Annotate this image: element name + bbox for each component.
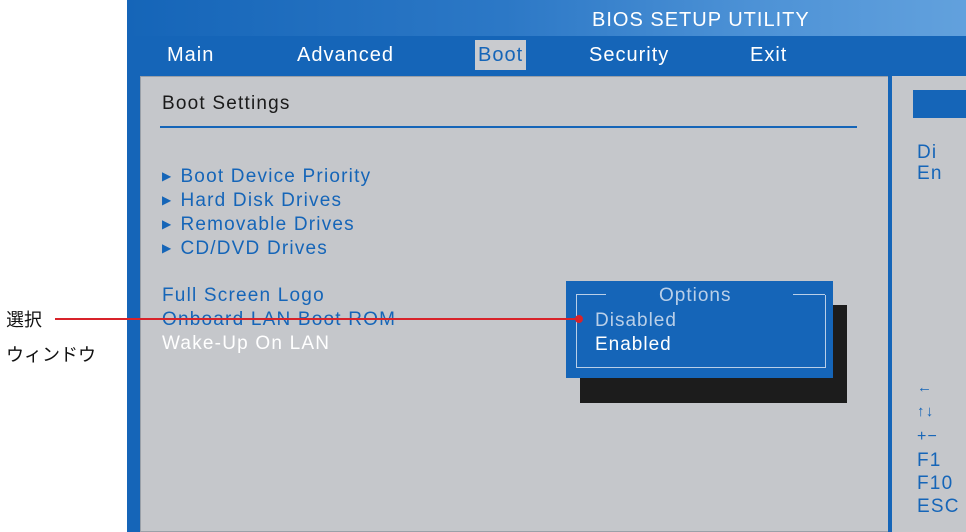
submenu-hard-disk-drives[interactable]: ▶ Hard Disk Drives	[162, 190, 342, 212]
bios-title: BIOS SETUP UTILITY	[592, 9, 810, 31]
key-f10: F10	[917, 473, 954, 494]
menu-advanced[interactable]: Advanced	[297, 40, 394, 70]
submenu-removable-drives[interactable]: ▶ Removable Drives	[162, 214, 355, 236]
callout-dot	[575, 315, 583, 323]
option-enabled[interactable]: Enabled	[595, 334, 672, 356]
menu-boot[interactable]: Boot	[475, 40, 527, 70]
menu-security[interactable]: Security	[589, 40, 669, 70]
key-esc: ESC	[917, 496, 960, 517]
menu-main[interactable]: Main	[167, 40, 214, 70]
submenu-arrow-icon: ▶	[162, 169, 173, 183]
key-up-down-icon: ↑↓	[917, 403, 935, 420]
submenu-cd-dvd-drives[interactable]: ▶ CD/DVD Drives	[162, 238, 328, 260]
help-line-1: Di	[917, 142, 938, 163]
panel-heading: Boot Settings	[162, 93, 291, 114]
popup-title: Options	[659, 285, 732, 306]
menu-bar: Main Advanced Boot Security Exit	[127, 40, 966, 70]
submenu-arrow-icon: ▶	[162, 217, 173, 231]
callout-line	[55, 318, 578, 320]
help-line-2: En	[917, 163, 943, 184]
menu-exit[interactable]: Exit	[750, 40, 787, 70]
callout-label-1: 選択	[6, 310, 42, 331]
submenu-arrow-icon: ▶	[162, 241, 173, 255]
title-bar: BIOS SETUP UTILITY	[127, 0, 966, 36]
key-plus-minus: +−	[917, 428, 939, 445]
help-header-bar	[913, 90, 966, 118]
setting-onboard-lan-boot-rom[interactable]: Onboard LAN Boot ROM	[162, 309, 396, 331]
submenu-boot-device-priority[interactable]: ▶ Boot Device Priority	[162, 166, 371, 188]
heading-divider	[160, 126, 857, 128]
options-popup: Options Disabled Enabled	[566, 281, 833, 378]
callout-label-2: ウィンドウ	[6, 345, 96, 366]
setting-full-screen-logo[interactable]: Full Screen Logo	[162, 285, 325, 307]
setting-wake-up-on-lan[interactable]: Wake-Up On LAN	[162, 333, 330, 355]
key-left-arrow-icon: ←	[917, 379, 934, 396]
option-disabled[interactable]: Disabled	[595, 310, 677, 332]
submenu-arrow-icon: ▶	[162, 193, 173, 207]
key-f1: F1	[917, 450, 942, 471]
